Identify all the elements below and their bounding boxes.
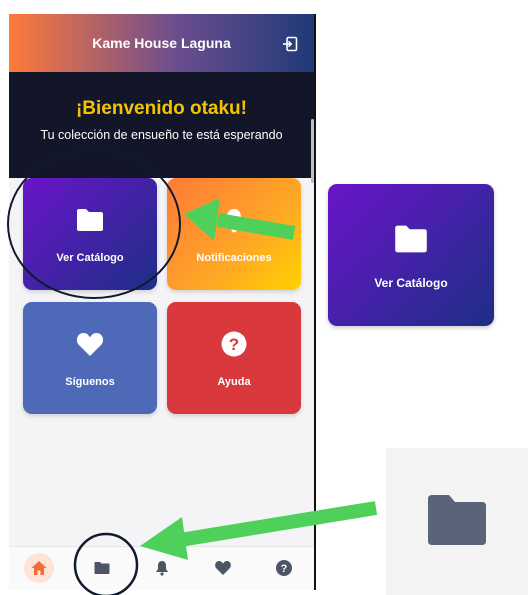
catalog-card-label: Ver Catálogo xyxy=(56,252,124,264)
follow-card[interactable]: Síguenos xyxy=(23,302,157,414)
heart-icon xyxy=(215,561,231,575)
nav-home[interactable] xyxy=(24,553,54,583)
catalog-card[interactable]: Ver Catálogo xyxy=(23,178,157,290)
folder-icon xyxy=(428,495,486,545)
app-title: Kame House Laguna xyxy=(92,35,231,51)
notifications-card-label: Notificaciones xyxy=(196,252,272,264)
welcome-subtitle: Tu colección de ensueño te está esperand… xyxy=(40,128,283,142)
nav-notifications[interactable] xyxy=(147,553,177,583)
app-header: Kame House Laguna xyxy=(9,14,314,72)
svg-text:?: ? xyxy=(281,563,288,575)
catalog-card-zoom: Ver Catálogo xyxy=(328,184,494,326)
bell-icon xyxy=(224,209,244,233)
notifications-card[interactable]: Notificaciones xyxy=(167,178,301,290)
app-screen: Kame House Laguna ¡Bienvenido otaku! Tu … xyxy=(9,14,314,590)
panel-divider xyxy=(314,14,316,590)
logout-icon[interactable] xyxy=(282,36,298,52)
folder-icon xyxy=(395,225,427,253)
home-icon xyxy=(31,561,47,575)
question-icon: ? xyxy=(276,560,292,576)
nav-catalog[interactable] xyxy=(87,553,117,583)
heart-icon xyxy=(76,333,104,356)
bell-icon xyxy=(156,561,168,576)
follow-card-label: Síguenos xyxy=(65,376,115,388)
help-card[interactable]: ? Ayuda xyxy=(167,302,301,414)
folder-icon-zoom xyxy=(386,448,528,595)
welcome-banner: ¡Bienvenido otaku! Tu colección de ensue… xyxy=(9,72,314,178)
catalog-card-zoom-label: Ver Catálogo xyxy=(374,276,448,290)
welcome-title: ¡Bienvenido otaku! xyxy=(75,98,247,119)
folder-icon xyxy=(94,562,110,574)
help-card-label: Ayuda xyxy=(217,376,251,388)
svg-text:?: ? xyxy=(229,335,239,354)
nav-follow[interactable] xyxy=(208,553,238,583)
bottom-nav: ? xyxy=(9,546,314,590)
nav-help[interactable]: ? xyxy=(269,553,299,583)
folder-icon xyxy=(77,209,103,231)
question-icon: ? xyxy=(221,331,247,357)
